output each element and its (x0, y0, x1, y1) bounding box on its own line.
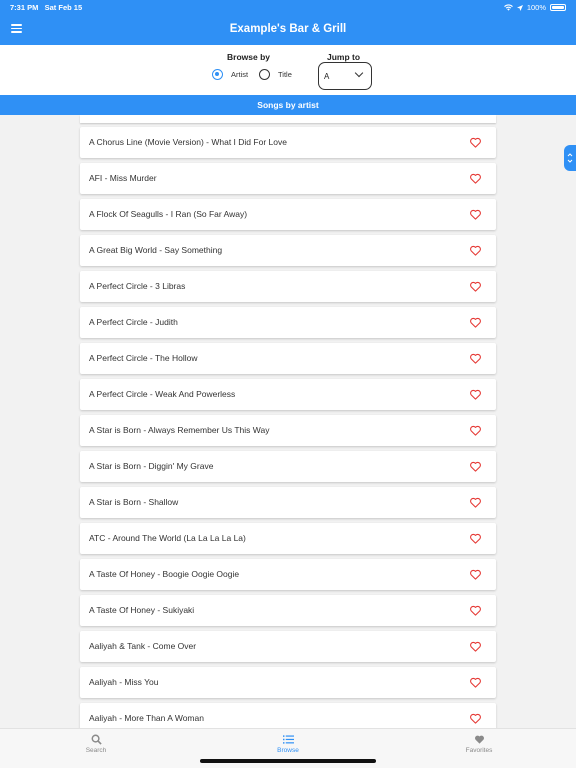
song-title: AFI - Miss Murder (89, 173, 157, 183)
song-title: A Perfect Circle - Judith (89, 317, 178, 327)
favorite-heart-icon[interactable] (469, 388, 482, 401)
song-title: A Star is Born - Always Remember Us This… (89, 425, 270, 435)
radio-checked-icon (212, 69, 223, 80)
favorite-heart-icon[interactable] (469, 640, 482, 653)
browse-controls: Browse by Artist Title Jump to A (0, 45, 576, 95)
radio-title-label: Title (278, 70, 292, 79)
favorite-heart-icon[interactable] (469, 712, 482, 725)
favorite-heart-icon[interactable] (469, 280, 482, 293)
song-title: Aaliyah - Miss You (89, 677, 159, 687)
status-time: 7:31 PM Sat Feb 15 (10, 3, 83, 12)
favorite-heart-icon[interactable] (469, 244, 482, 257)
list-item[interactable]: AFI - Miss Murder (80, 163, 496, 194)
radio-unchecked-icon (259, 69, 270, 80)
list-item[interactable]: A Perfect Circle - 3 Libras (80, 271, 496, 302)
tab-search[interactable]: Search (66, 734, 126, 754)
song-title: A Star is Born - Shallow (89, 497, 179, 507)
favorite-heart-icon[interactable] (469, 460, 482, 473)
list-item[interactable]: A Star is Born - Always Remember Us This… (80, 415, 496, 446)
favorite-heart-icon[interactable] (469, 352, 482, 365)
list-item[interactable]: A Taste Of Honey - Sukiyaki (80, 595, 496, 626)
song-title: A Taste Of Honey - Sukiyaki (89, 605, 195, 615)
list-item[interactable]: ATC - Around The World (La La La La La) (80, 523, 496, 554)
jump-to-value: A (324, 72, 330, 81)
song-title: A Perfect Circle - Weak And Powerless (89, 389, 236, 399)
top-app-bar: 7:31 PM Sat Feb 15 100% Example's Bar & … (0, 0, 576, 45)
jump-to-label: Jump to (327, 52, 361, 62)
jump-to-select[interactable]: A (318, 62, 372, 90)
song-list-scroll[interactable]: A Chorus Line (Movie Version) - What I D… (0, 115, 576, 728)
status-date: Sat Feb 15 (44, 3, 83, 12)
favorite-heart-icon[interactable] (469, 532, 482, 545)
list-item[interactable]: A Chorus Line (Movie Version) - What I D… (80, 127, 496, 158)
song-title: A Taste Of Honey - Boogie Oogie Oogie (89, 569, 240, 579)
song-title: A Great Big World - Say Something (89, 245, 223, 255)
song-title: Aaliyah & Tank - Come Over (89, 641, 197, 651)
list-item[interactable]: A Star is Born - Shallow (80, 487, 496, 518)
song-title: A Perfect Circle - 3 Libras (89, 281, 186, 291)
favorite-heart-icon[interactable] (469, 172, 482, 185)
section-title: Songs by artist (0, 95, 576, 115)
tab-favorites[interactable]: Favorites (449, 734, 509, 754)
status-indicators: 100% (503, 3, 566, 12)
tab-browse[interactable]: Browse (258, 734, 318, 754)
browse-by-label: Browse by (227, 52, 270, 62)
chevron-up-down-icon (567, 153, 573, 163)
list-item[interactable]: Aaliyah - Miss You (80, 667, 496, 698)
wifi-icon (503, 4, 513, 11)
radio-artist-label: Artist (231, 70, 249, 79)
song-title: A Chorus Line (Movie Version) - What I D… (89, 137, 287, 147)
list-item[interactable]: A Perfect Circle - Judith (80, 307, 496, 338)
favorite-heart-icon[interactable] (469, 604, 482, 617)
song-title: ATC - Around The World (La La La La La) (89, 533, 246, 543)
list-item[interactable]: A Flock Of Seagulls - I Ran (So Far Away… (80, 199, 496, 230)
chevron-down-icon (354, 68, 364, 78)
list-item-partial (80, 115, 496, 123)
list-item[interactable]: Aaliyah & Tank - Come Over (80, 631, 496, 662)
list-item[interactable]: A Perfect Circle - Weak And Powerless (80, 379, 496, 410)
battery-percent: 100% (526, 3, 546, 12)
song-title: A Perfect Circle - The Hollow (89, 353, 198, 363)
radio-title[interactable]: Title (259, 69, 292, 80)
song-title: A Flock Of Seagulls - I Ran (So Far Away… (89, 209, 248, 219)
battery-icon (550, 4, 566, 11)
favorite-heart-icon[interactable] (469, 424, 482, 437)
favorite-heart-icon[interactable] (469, 316, 482, 329)
home-indicator (200, 759, 376, 763)
favorite-heart-icon[interactable] (469, 496, 482, 509)
favorite-heart-icon[interactable] (469, 676, 482, 689)
favorite-heart-icon[interactable] (469, 568, 482, 581)
song-list: A Chorus Line (Movie Version) - What I D… (80, 127, 496, 728)
search-icon (91, 734, 102, 745)
list-item[interactable]: A Perfect Circle - The Hollow (80, 343, 496, 374)
list-icon (282, 735, 294, 744)
scroll-handle[interactable] (564, 145, 576, 171)
list-item[interactable]: A Great Big World - Say Something (80, 235, 496, 266)
list-item[interactable]: Aaliyah - More Than A Woman (80, 703, 496, 728)
song-title: A Star is Born - Diggin' My Grave (89, 461, 214, 471)
heart-icon (474, 735, 484, 744)
favorite-heart-icon[interactable] (469, 208, 482, 221)
favorite-heart-icon[interactable] (469, 136, 482, 149)
radio-artist[interactable]: Artist (212, 69, 248, 80)
list-item[interactable]: A Taste Of Honey - Boogie Oogie Oogie (80, 559, 496, 590)
list-item[interactable]: A Star is Born - Diggin' My Grave (80, 451, 496, 482)
song-title: Aaliyah - More Than A Woman (89, 713, 204, 723)
app-title: Example's Bar & Grill (229, 23, 347, 35)
location-arrow-icon (516, 4, 523, 11)
